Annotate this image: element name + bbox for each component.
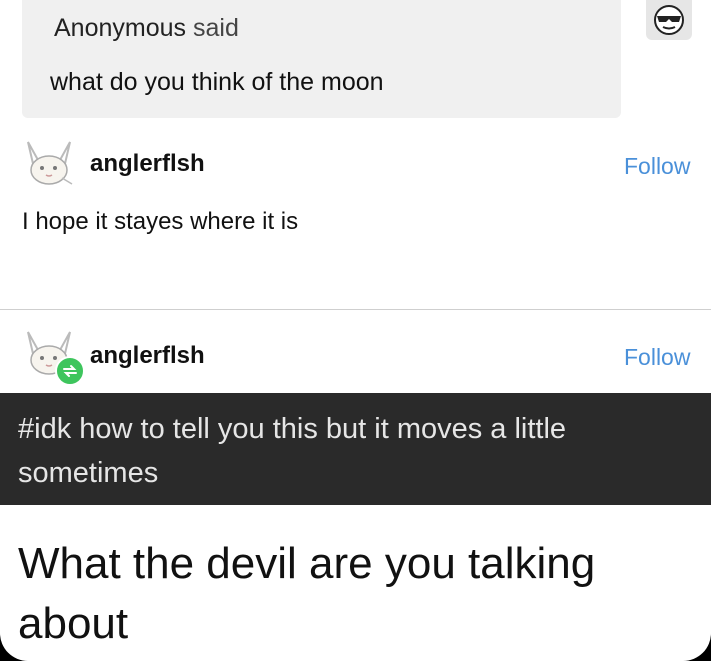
ask-author: Anonymous <box>54 14 187 42</box>
post-tags[interactable]: #idk how to tell you this but it moves a… <box>18 407 698 495</box>
ask-box: Anonymous said what do you think of the … <box>22 0 621 118</box>
ask-question: what do you think of the moon <box>50 68 384 96</box>
answer-username[interactable]: anglerflsh <box>90 150 205 178</box>
post-container: Anonymous said what do you think of the … <box>0 0 711 661</box>
post-divider <box>0 309 711 310</box>
tags-bar: #idk how to tell you this but it moves a… <box>0 393 711 505</box>
follow-button[interactable]: Follow <box>624 153 690 180</box>
reply-text: What the devil are you talking about <box>18 539 596 648</box>
rabbit-drawing-icon[interactable] <box>20 138 78 190</box>
ask-author-line: Anonymous said <box>54 14 239 43</box>
follow-button[interactable]: Follow <box>624 344 690 371</box>
answer-text: I hope it stayes where it is <box>22 208 299 235</box>
sunglasses-face-icon[interactable] <box>646 0 692 40</box>
reblog-username[interactable]: anglerflsh <box>90 342 205 370</box>
ask-said-label: said <box>192 14 239 42</box>
reblog-icon <box>55 356 85 386</box>
